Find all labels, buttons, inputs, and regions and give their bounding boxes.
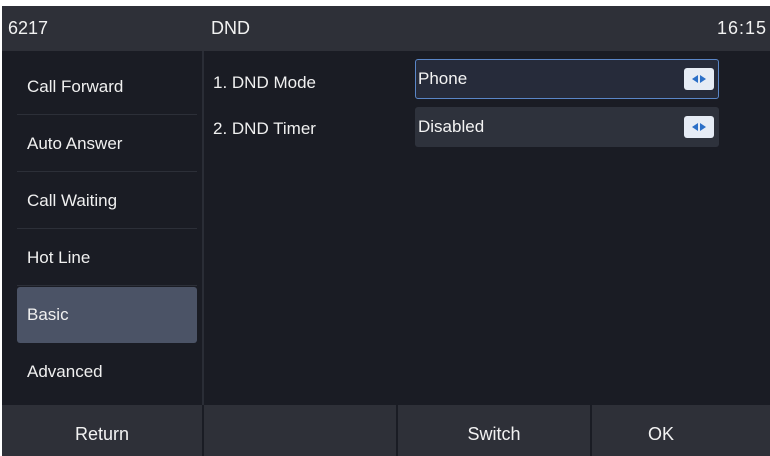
- dnd-mode-value: Phone: [418, 69, 468, 88]
- status-bar: 6217 DND 16:15: [2, 6, 770, 51]
- dnd-mode-selector[interactable]: Phone: [415, 59, 719, 99]
- sidebar-item-label: Advanced: [27, 362, 103, 381]
- dnd-timer-selector[interactable]: Disabled: [415, 107, 719, 147]
- ok-button[interactable]: OK: [590, 405, 770, 456]
- sidebar-item-label: Call Waiting: [27, 191, 118, 210]
- page-title: DND: [211, 18, 250, 38]
- sidebar-item-call-waiting[interactable]: Call Waiting: [17, 173, 197, 229]
- dnd-mode-label: 1. DND Mode: [213, 73, 316, 92]
- sidebar-item-advanced[interactable]: Advanced: [17, 344, 197, 400]
- phone-screen: 6217 DND 16:15 Call Forward Auto Answer …: [2, 6, 770, 456]
- sidebar-item-label: Call Forward: [27, 77, 124, 96]
- sidebar-item-label: Hot Line: [27, 248, 91, 267]
- sidebar-item-basic[interactable]: Basic: [17, 287, 197, 343]
- sidebar-item-label: Basic: [27, 305, 69, 324]
- sidebar-item-auto-answer[interactable]: Auto Answer: [17, 116, 197, 172]
- panel-divider: [202, 51, 204, 405]
- sidebar: Call Forward Auto Answer Call Waiting Ho…: [14, 57, 200, 399]
- account-label: 6217: [8, 18, 49, 38]
- return-button[interactable]: Return: [2, 405, 202, 456]
- softkey-bar: Return Switch OK: [2, 405, 770, 456]
- empty-softkey[interactable]: [202, 405, 396, 456]
- sidebar-item-label: Auto Answer: [27, 134, 123, 153]
- dnd-timer-value: Disabled: [418, 117, 485, 136]
- sidebar-item-call-forward[interactable]: Call Forward: [17, 59, 197, 115]
- clock: 16:15: [717, 18, 768, 38]
- dnd-timer-label: 2. DND Timer: [213, 119, 316, 138]
- sidebar-item-hot-line[interactable]: Hot Line: [17, 230, 197, 286]
- left-right-arrows-icon[interactable]: [684, 116, 714, 138]
- switch-button[interactable]: Switch: [396, 405, 590, 456]
- left-right-arrows-icon[interactable]: [684, 68, 714, 90]
